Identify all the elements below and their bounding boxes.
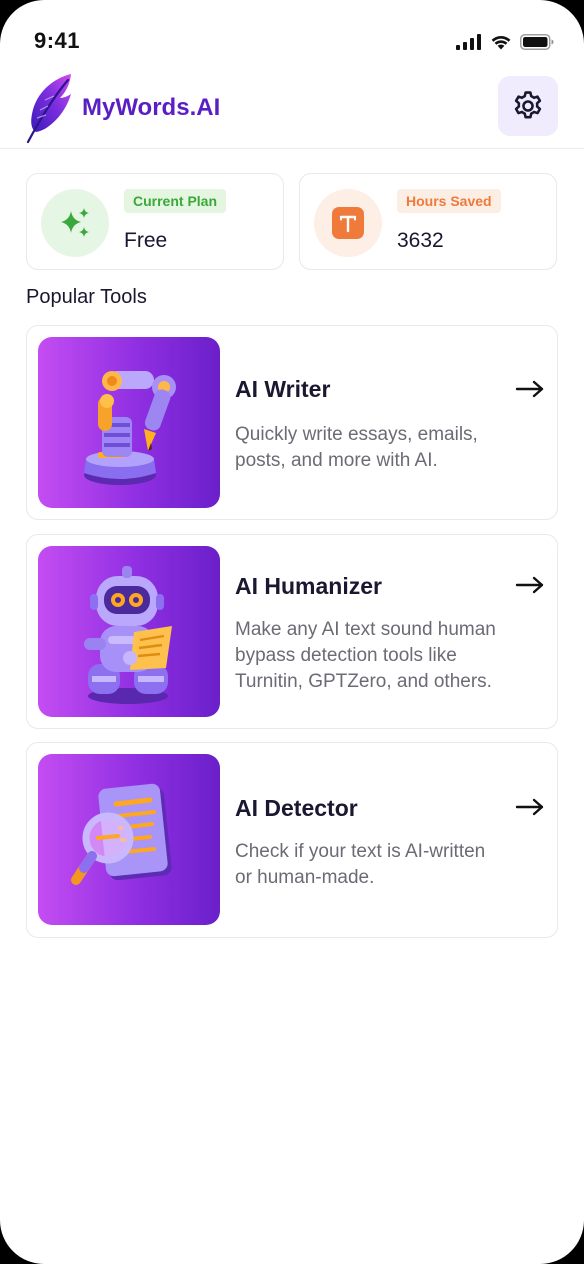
status-time: 9:41 [34,28,81,53]
tool-card-ai-humanizer[interactable]: AI Humanizer Make any AI text sound huma… [26,534,558,729]
arrow-right-icon[interactable] [515,379,545,399]
current-plan-value: Free [124,229,168,252]
status-bar: 9:41 [0,0,584,72]
ai-detector-desc-line: Check if your text is AI-written [235,841,486,862]
ai-writer-desc-line: posts, and more with AI. [235,450,438,471]
ai-humanizer-desc-line: Turnitin, GPTZero, and others. [235,671,492,692]
hours-saved-label: Hours Saved [397,189,501,213]
text-t-icon [332,207,364,239]
cellular-signal-icon [456,34,481,50]
app-name: MyWords.AI [82,94,221,121]
robot-arm-pen-icon [84,371,176,485]
ai-detector-description: Check if your text is AI-written or huma… [235,839,545,891]
popular-tools-heading: Popular Tools [26,286,147,308]
tool-card-ai-detector[interactable]: AI Detector Check if your text is AI-wri… [26,742,558,938]
wifi-icon [491,36,511,50]
current-plan-card[interactable]: Current Plan Free [26,173,284,270]
tool-card-ai-writer[interactable]: AI Writer Quickly write essays, emails, … [26,325,558,520]
hours-saved-value: 3632 [397,229,444,252]
arrow-right-icon[interactable] [515,797,545,817]
ai-humanizer-desc-line: bypass detection tools like [235,645,457,666]
robot-reading-icon [84,566,172,704]
ai-detector-title: AI Detector [235,795,358,821]
current-plan-label: Current Plan [124,189,227,213]
settings-button[interactable] [498,76,558,136]
ai-writer-desc-line: Quickly write essays, emails, [235,424,478,445]
ai-detector-illustration [38,754,220,925]
ai-humanizer-description: Make any AI text sound human bypass dete… [235,617,545,695]
hours-saved-card[interactable]: Hours Saved 3632 [299,173,557,270]
sparkles-icon [61,208,89,237]
app-screen: 9:41 MyWords.AI Current Plan Free Hours … [0,0,584,1264]
status-icons [456,32,554,52]
magnifier-document-icon [71,783,172,885]
ai-humanizer-title: AI Humanizer [235,573,382,599]
gear-icon [514,91,542,119]
ai-detector-desc-line: or human-made. [235,867,375,888]
ai-humanizer-desc-line: Make any AI text sound human [235,619,496,640]
battery-icon [520,34,554,50]
ai-writer-description: Quickly write essays, emails, posts, and… [235,422,535,474]
app-header: MyWords.AI [0,72,584,149]
arrow-right-icon[interactable] [515,575,545,595]
ai-humanizer-illustration [38,546,220,717]
ai-writer-illustration [38,337,220,508]
hours-saved-icon-circle [314,189,382,257]
feather-icon [26,74,71,144]
ai-writer-title: AI Writer [235,376,331,402]
current-plan-icon-circle [41,189,109,257]
